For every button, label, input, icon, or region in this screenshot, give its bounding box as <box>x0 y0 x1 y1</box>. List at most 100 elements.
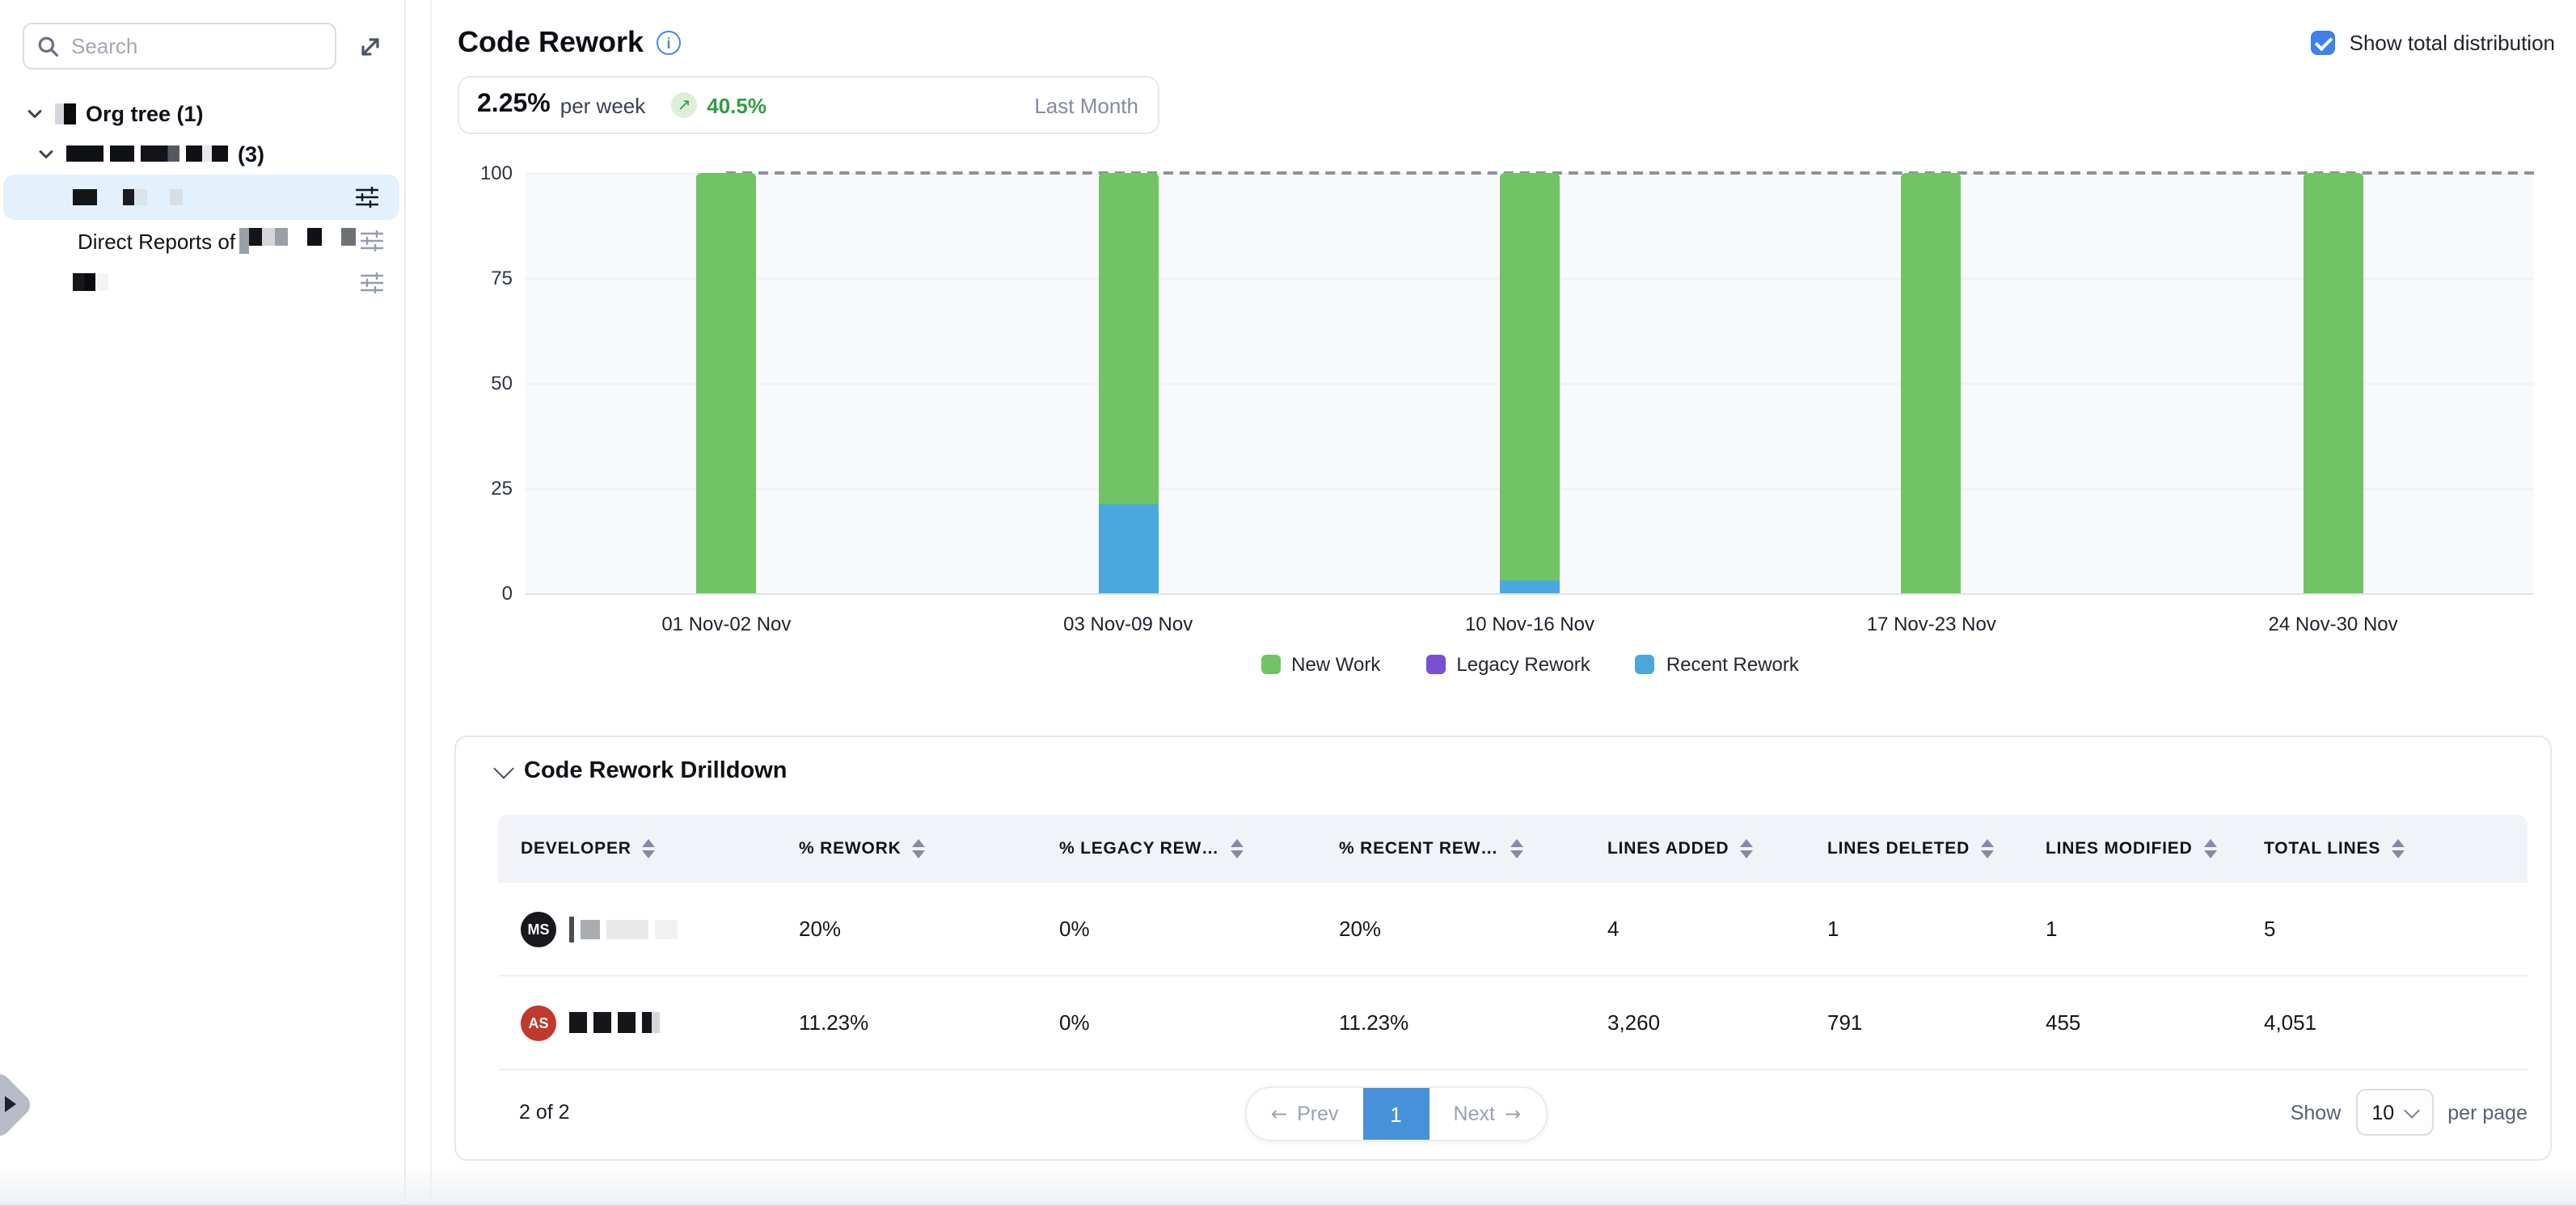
column-header-label: LINES DELETED <box>1827 839 1970 858</box>
legend-label: New Work <box>1291 653 1380 676</box>
chart-plot-area: 025507510001 Nov-02 Nov03 Nov-09 Nov10 N… <box>526 173 2534 593</box>
redacted-name <box>239 228 361 254</box>
segment-new-work[interactable] <box>1098 173 1158 505</box>
arrow-left-icon: ← <box>1271 1103 1287 1125</box>
x-axis-tick-label: 01 Nov-02 Nov <box>661 613 791 635</box>
search-input[interactable] <box>71 34 322 58</box>
trend-up-icon: ↗ <box>671 92 697 118</box>
cell-lines_modified: 455 <box>2046 1010 2264 1035</box>
bar-24 Nov-30 Nov[interactable] <box>2304 173 2363 593</box>
filter-settings-icon[interactable] <box>361 230 383 251</box>
search-box[interactable] <box>23 23 336 70</box>
column-header-4[interactable]: % RECENT REW… <box>1339 839 1607 858</box>
tree-item-org-root[interactable]: Org tree (1) <box>0 94 404 134</box>
drilldown-title: Code Rework Drilldown <box>524 758 788 784</box>
cell-lines_added: 4 <box>1607 917 1827 941</box>
sort-icon <box>1740 839 1753 858</box>
next-page-button[interactable]: Next → <box>1429 1088 1546 1140</box>
x-axis-tick-label: 03 Nov-09 Nov <box>1063 613 1193 635</box>
cell-lines_modified: 1 <box>2046 917 2264 941</box>
drilldown-card: Code Rework Drilldown DEVELOPER% REWORK%… <box>454 736 2552 1161</box>
cell-recent_rework: 11.23% <box>1339 1010 1607 1035</box>
info-icon[interactable]: i <box>657 31 681 55</box>
prev-page-button[interactable]: ← Prev <box>1247 1088 1363 1140</box>
table-row[interactable]: MS20%0%20%4115 <box>498 883 2527 976</box>
checkbox-checked-icon[interactable] <box>2311 31 2335 55</box>
column-header-label: TOTAL LINES <box>2264 839 2380 858</box>
redacted-developer-name <box>569 1012 666 1033</box>
chevron-down-icon[interactable] <box>493 757 513 778</box>
column-header-label: % LEGACY REW… <box>1059 839 1219 858</box>
row-count-label: 2 of 2 <box>519 1101 570 1124</box>
search-icon <box>37 36 58 57</box>
segment-new-work[interactable] <box>1902 173 1962 593</box>
org-tree: Org tree (1) (3) <box>0 94 404 302</box>
drilldown-header[interactable]: Code Rework Drilldown <box>496 758 788 784</box>
page-size-select[interactable]: 10 <box>2355 1089 2433 1136</box>
segment-new-work[interactable] <box>2304 173 2363 593</box>
sort-icon <box>2392 839 2405 858</box>
tree-item-label: Org tree (1) <box>86 102 204 126</box>
bar-01 Nov-02 Nov[interactable] <box>696 173 756 593</box>
stat-value: 2.25% <box>477 91 551 120</box>
column-header-label: LINES MODIFIED <box>2046 839 2193 858</box>
column-header-1[interactable]: DEVELOPER <box>498 839 799 858</box>
bar-17 Nov-23 Nov[interactable] <box>1902 173 1962 593</box>
cell-total_lines: 5 <box>2264 917 2527 941</box>
column-header-7[interactable]: LINES MODIFIED <box>2046 839 2264 858</box>
tree-item-selected[interactable] <box>3 175 399 220</box>
legend-label: Recent Rework <box>1666 653 1799 676</box>
y-axis-tick-label: 25 <box>458 477 513 500</box>
column-header-label: LINES ADDED <box>1607 839 1729 858</box>
table-footer: 2 of 2 ← Prev 1 Next → Show 10 <box>456 1065 2550 1159</box>
redacted-name <box>73 273 115 291</box>
chevron-down-icon[interactable] <box>37 145 55 162</box>
column-header-6[interactable]: LINES DELETED <box>1827 839 2046 858</box>
table-header-row: DEVELOPER% REWORK% LEGACY REW… % RECENT R… <box>498 815 2527 883</box>
avatar: AS <box>521 1005 556 1040</box>
bar-03 Nov-09 Nov[interactable] <box>1098 173 1158 593</box>
segment-recent-rework[interactable] <box>1098 505 1158 593</box>
expand-sidebar-icon[interactable] <box>357 34 383 60</box>
chevron-down-icon <box>2403 1102 2419 1118</box>
filter-settings-icon[interactable] <box>361 272 383 293</box>
org-logo-redacted <box>55 103 76 124</box>
filter-settings-icon[interactable] <box>356 187 378 208</box>
page-number-button[interactable]: 1 <box>1363 1088 1429 1140</box>
tree-item-direct-reports[interactable]: Direct Reports of <box>0 220 404 262</box>
cell-rework: 11.23% <box>799 1010 1059 1035</box>
drilldown-table: DEVELOPER% REWORK% LEGACY REW… % RECENT R… <box>498 815 2527 1070</box>
legend-swatch-icon <box>1425 655 1445 674</box>
pagination: ← Prev 1 Next → <box>1245 1086 1547 1141</box>
sort-icon <box>1510 839 1522 858</box>
cell-developer: MS <box>498 911 799 947</box>
show-total-distribution-toggle[interactable]: Show total distribution <box>2311 31 2555 55</box>
column-header-5[interactable]: LINES ADDED <box>1607 839 1827 858</box>
sort-icon <box>1231 839 1244 858</box>
cell-developer: AS <box>498 1005 799 1040</box>
legend-item-recent-rework[interactable]: Recent Rework <box>1636 653 1799 676</box>
rework-stat-card: 2.25% per week ↗ 40.5% Last Month <box>458 76 1159 134</box>
legend-item-legacy-rework[interactable]: Legacy Rework <box>1425 653 1590 676</box>
cell-lines_deleted: 1 <box>1827 917 2046 941</box>
page-size-value: 10 <box>2371 1101 2394 1124</box>
segment-new-work[interactable] <box>696 173 756 593</box>
segment-new-work[interactable] <box>1500 173 1560 580</box>
legend-item-new-work[interactable]: New Work <box>1261 653 1380 676</box>
code-rework-chart: 025507510001 Nov-02 Nov03 Nov-09 Nov10 N… <box>458 173 2552 690</box>
column-header-3[interactable]: % LEGACY REW… <box>1059 839 1339 858</box>
tree-item-group[interactable]: (3) <box>0 134 404 173</box>
tree-item-label: Direct Reports of <box>78 229 235 253</box>
table-row[interactable]: AS11.23%0%11.23%3,2607914554,051 <box>498 976 2527 1070</box>
chevron-down-icon[interactable] <box>26 105 44 123</box>
chart-legend: New Work Legacy Rework Recent Rework <box>526 653 2534 676</box>
column-header-2[interactable]: % REWORK <box>799 839 1059 858</box>
tree-item-bottom[interactable] <box>0 262 404 302</box>
column-header-8[interactable]: TOTAL LINES <box>2264 839 2527 858</box>
y-axis-tick-label: 50 <box>458 372 513 394</box>
cell-lines_added: 3,260 <box>1607 1010 1827 1035</box>
segment-recent-rework[interactable] <box>1500 580 1560 593</box>
legend-label: Legacy Rework <box>1456 653 1590 676</box>
tree-item-count: (3) <box>238 141 264 166</box>
bar-10 Nov-16 Nov[interactable] <box>1500 173 1560 593</box>
